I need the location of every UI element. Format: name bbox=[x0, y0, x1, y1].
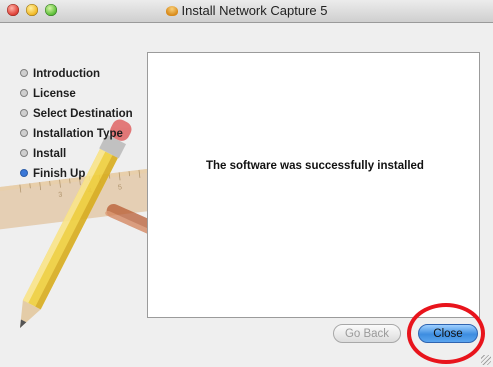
step-bullet-icon bbox=[20, 129, 28, 137]
window-title: Install Network Capture 5 bbox=[181, 3, 328, 18]
step-introduction: Introduction bbox=[20, 68, 133, 88]
package-icon bbox=[165, 6, 178, 16]
title-bar[interactable]: Install Network Capture 5 bbox=[0, 0, 493, 23]
step-bullet-icon bbox=[20, 109, 28, 117]
installer-steps-list: Introduction License Select Destination … bbox=[20, 68, 133, 188]
step-label: Finish Up bbox=[33, 168, 86, 180]
step-bullet-icon bbox=[20, 89, 28, 97]
step-license: License bbox=[20, 88, 133, 108]
step-label: Installation Type bbox=[33, 128, 123, 140]
step-select-destination: Select Destination bbox=[20, 108, 133, 128]
go-back-button: Go Back bbox=[333, 324, 401, 343]
step-label: Install bbox=[33, 148, 67, 160]
installer-window: Install Network Capture 5 3 4 5 Introduc… bbox=[0, 0, 493, 367]
step-bullet-icon bbox=[20, 149, 28, 157]
resize-grip-icon[interactable] bbox=[481, 355, 491, 365]
step-finish-up: Finish Up bbox=[20, 168, 133, 188]
window-title-wrap: Install Network Capture 5 bbox=[0, 3, 493, 18]
step-bullet-icon bbox=[20, 169, 28, 177]
main-content-panel: The software was successfully installed bbox=[147, 52, 480, 318]
step-bullet-icon bbox=[20, 69, 28, 77]
step-label: License bbox=[33, 88, 76, 100]
step-label: Introduction bbox=[33, 68, 101, 80]
highlight-ring bbox=[407, 303, 485, 364]
step-installation-type: Installation Type bbox=[20, 128, 133, 148]
step-label: Select Destination bbox=[33, 108, 133, 120]
success-message: The software was successfully installed bbox=[206, 160, 424, 172]
step-install: Install bbox=[20, 148, 133, 168]
